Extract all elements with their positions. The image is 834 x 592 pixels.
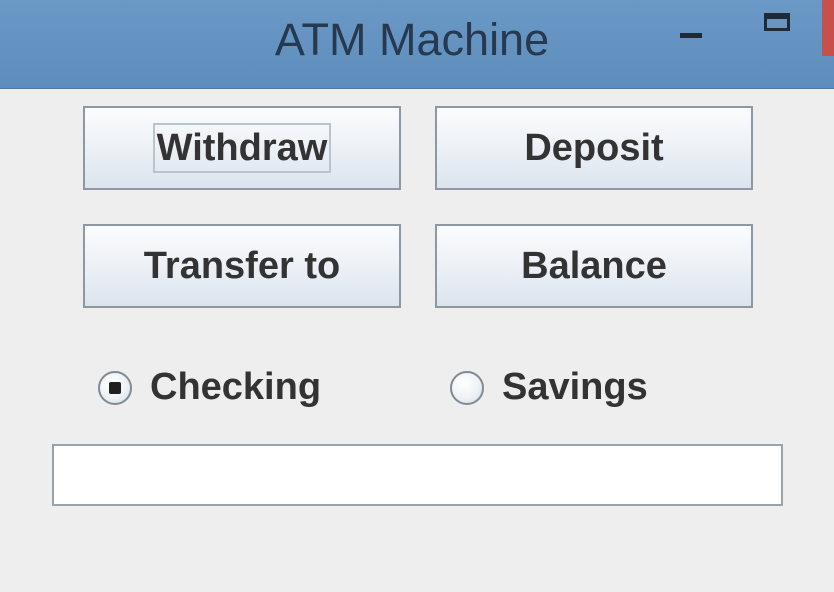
amount-input[interactable] bbox=[52, 444, 783, 506]
deposit-button[interactable]: Deposit bbox=[435, 106, 753, 190]
deposit-button-label: Deposit bbox=[524, 126, 664, 169]
transfer-to-button[interactable]: Transfer to bbox=[83, 224, 401, 308]
savings-radio-option[interactable]: Savings bbox=[450, 366, 648, 409]
minimize-icon[interactable] bbox=[676, 30, 706, 42]
withdraw-button[interactable]: Withdraw bbox=[83, 106, 401, 190]
atm-window: ATM Machine Withdraw Deposit Transfer to… bbox=[0, 0, 834, 592]
title-bar[interactable]: ATM Machine bbox=[0, 0, 834, 89]
savings-radio-label: Savings bbox=[502, 366, 648, 408]
balance-button[interactable]: Balance bbox=[435, 224, 753, 308]
checking-radio-label: Checking bbox=[150, 366, 322, 408]
window-title: ATM Machine bbox=[274, 14, 550, 65]
transfer-to-button-label: Transfer to bbox=[143, 244, 341, 287]
checking-radio-icon[interactable] bbox=[98, 370, 132, 405]
close-icon[interactable] bbox=[822, 0, 834, 56]
checking-radio-option[interactable]: Checking bbox=[98, 366, 321, 409]
withdraw-button-label: Withdraw bbox=[152, 123, 332, 173]
savings-radio-icon[interactable] bbox=[450, 370, 484, 405]
maximize-icon[interactable] bbox=[758, 10, 798, 40]
balance-button-label: Balance bbox=[521, 244, 667, 287]
